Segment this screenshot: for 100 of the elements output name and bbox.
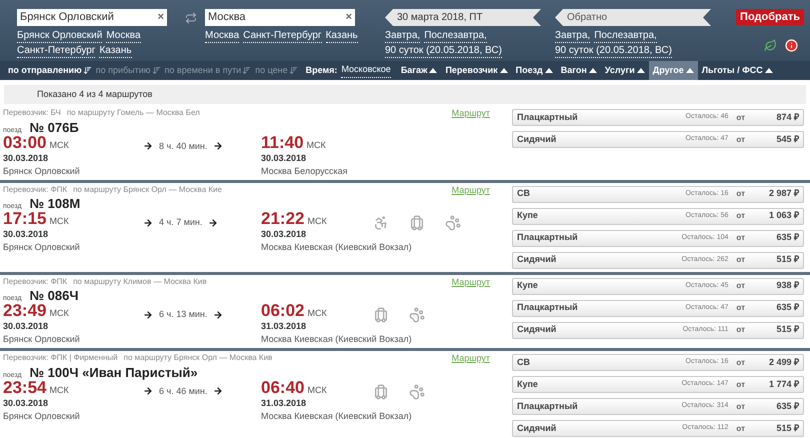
date-text: 30.03.2018 bbox=[3, 152, 48, 164]
suggestion-link[interactable]: 90 суток (20.05.2018, ВС) bbox=[385, 44, 502, 58]
paw-icon bbox=[409, 384, 425, 400]
date-text: 30.03.2018 bbox=[3, 229, 48, 240]
clear-button[interactable]: × bbox=[158, 9, 164, 26]
suggestion-link[interactable]: Брянск Орловский bbox=[17, 29, 102, 43]
arrow-icon bbox=[143, 218, 153, 228]
suggestion-link[interactable]: Санкт-Петербург bbox=[243, 29, 322, 43]
train-number: № 100Ч «Иван Паристый» bbox=[30, 366, 198, 380]
arrow-icon bbox=[213, 386, 224, 396]
arrow-icon bbox=[143, 141, 153, 152]
filter-dropdown[interactable]: Вагон bbox=[556, 61, 601, 80]
arrow-icon bbox=[213, 310, 224, 320]
suggestion-link[interactable]: Казань bbox=[99, 44, 132, 58]
date-text: 30.03.2018 bbox=[261, 152, 306, 164]
timezone-text: МСК bbox=[307, 308, 327, 319]
sort-icon bbox=[288, 66, 298, 75]
departure-station: Брянск Орловский bbox=[3, 164, 80, 176]
timezone-text: МСК bbox=[49, 140, 69, 150]
date-text: 30.03.2018 bbox=[3, 321, 48, 332]
arrow-icon bbox=[213, 141, 224, 152]
suggestion-link[interactable]: Послезавтра, bbox=[594, 29, 657, 43]
suggestion-link[interactable]: Москва bbox=[205, 29, 240, 43]
duration-text: 8 ч. 40 мин. bbox=[159, 140, 208, 152]
from-field[interactable]: Брянск Орловский × bbox=[17, 9, 167, 26]
time-text: 06:40 bbox=[261, 380, 304, 396]
sort-option[interactable]: по цене bbox=[255, 64, 298, 78]
route-text: по маршруту Гомель — Москва Бел bbox=[66, 107, 200, 119]
timezone-text: МСК bbox=[49, 308, 69, 319]
time-text: 23:54 bbox=[3, 380, 46, 396]
summary-bar: Показано 4 из 4 маршрутов bbox=[4, 85, 806, 104]
time-zone-link[interactable]: Московское bbox=[341, 63, 391, 78]
departure-station: Брянск Орловский bbox=[3, 241, 80, 253]
leaf-icon[interactable] bbox=[764, 39, 777, 52]
route-text: по маршруту Климов — Москва Кив bbox=[73, 276, 207, 288]
filter-dropdown[interactable]: Перевозчик bbox=[441, 61, 512, 80]
time-text: 23:49 bbox=[3, 303, 46, 319]
suggestion-link[interactable]: Москва bbox=[106, 29, 140, 43]
carrier-text: Перевозчик: ФПК bbox=[3, 276, 68, 288]
sort-icon bbox=[82, 66, 92, 75]
suggestion-link[interactable]: 90 суток (20.05.2018, ВС) bbox=[555, 44, 672, 58]
departure-station: Брянск Орловский bbox=[3, 333, 80, 345]
sort-icon bbox=[242, 66, 252, 75]
time-text: 06:02 bbox=[261, 303, 304, 319]
timezone-text: МСК bbox=[49, 216, 69, 227]
paw-icon bbox=[445, 215, 461, 231]
suggestion-link[interactable]: Казань bbox=[326, 29, 358, 43]
sort-option[interactable]: по отправлению bbox=[8, 64, 92, 78]
time-text: 17:15 bbox=[3, 211, 46, 227]
arrow-icon bbox=[143, 310, 153, 320]
timezone-text: МСК bbox=[306, 140, 326, 150]
time-text: 21:22 bbox=[261, 211, 304, 227]
wheelchair-icon bbox=[373, 215, 389, 231]
date-text: 31.03.2018 bbox=[261, 321, 306, 332]
duration-text: 6 ч. 46 мин. bbox=[159, 384, 208, 398]
swap-icon[interactable] bbox=[185, 12, 197, 24]
time-text: 03:00 bbox=[3, 134, 46, 150]
timezone-text: МСК bbox=[307, 384, 327, 396]
timezone-text: МСК bbox=[49, 384, 69, 396]
suggestion-link[interactable]: Послезавтра, bbox=[424, 29, 487, 43]
suggestion-link[interactable]: Завтра, bbox=[385, 29, 420, 43]
clear-button[interactable]: × bbox=[346, 9, 352, 26]
date-field[interactable]: 30 марта 2018, ПТ bbox=[385, 9, 541, 26]
luggage-icon bbox=[373, 307, 389, 323]
route-text: по маршруту Брянск Орл — Москва Кив bbox=[124, 352, 272, 364]
arrival-station: Москва Киевская (Киевский Вокзал) bbox=[261, 333, 412, 345]
train-number: № 076Б bbox=[30, 120, 79, 134]
carrier-text: Перевозчик: БЧ bbox=[3, 107, 61, 119]
suggestion-link[interactable]: Санкт-Петербург bbox=[17, 44, 96, 58]
sort-icon bbox=[152, 66, 161, 75]
filter-dropdown[interactable]: Багаж bbox=[396, 61, 442, 80]
route-text: по маршруту Брянск Орл — Москва Кие bbox=[73, 184, 222, 196]
duration-text: 4 ч. 7 мин. bbox=[159, 216, 202, 229]
arrival-station: Москва Белорусская bbox=[261, 164, 348, 176]
info-icon[interactable] bbox=[785, 39, 798, 52]
to-field[interactable]: Москва × bbox=[205, 9, 355, 26]
departure-station: Брянск Орловский bbox=[3, 410, 80, 422]
train-number: № 086Ч bbox=[30, 289, 79, 303]
date-text: 30.03.2018 bbox=[261, 229, 306, 240]
paw-icon bbox=[409, 307, 425, 323]
filter-dropdown[interactable]: Поезд bbox=[512, 61, 557, 80]
carrier-text: Перевозчик: ФПК bbox=[3, 184, 68, 196]
date-text: 30.03.2018 bbox=[3, 398, 48, 408]
suggestion-link[interactable]: Завтра, bbox=[555, 29, 590, 43]
arrow-icon bbox=[143, 386, 153, 396]
time-label: Время: bbox=[306, 64, 338, 77]
filter-dropdown[interactable]: Льготы / ФСС bbox=[698, 61, 777, 80]
sort-option[interactable]: по времени в пути bbox=[164, 64, 252, 78]
arrival-station: Москва Киевская (Киевский Вокзал) bbox=[261, 410, 412, 422]
filter-dropdown[interactable]: Другое bbox=[648, 61, 698, 80]
sort-option[interactable]: по прибытию bbox=[96, 64, 161, 78]
luggage-icon bbox=[409, 215, 425, 231]
duration-text: 6 ч. 13 мин. bbox=[159, 308, 208, 321]
train-number: № 108М bbox=[30, 197, 80, 211]
date-text: 31.03.2018 bbox=[261, 398, 306, 408]
time-text: 11:40 bbox=[261, 134, 304, 150]
luggage-icon bbox=[373, 384, 389, 400]
submit-button[interactable]: Подобрать bbox=[736, 9, 804, 25]
arrival-station: Москва Киевская (Киевский Вокзал) bbox=[261, 241, 412, 253]
timezone-text: МСК bbox=[307, 216, 327, 227]
